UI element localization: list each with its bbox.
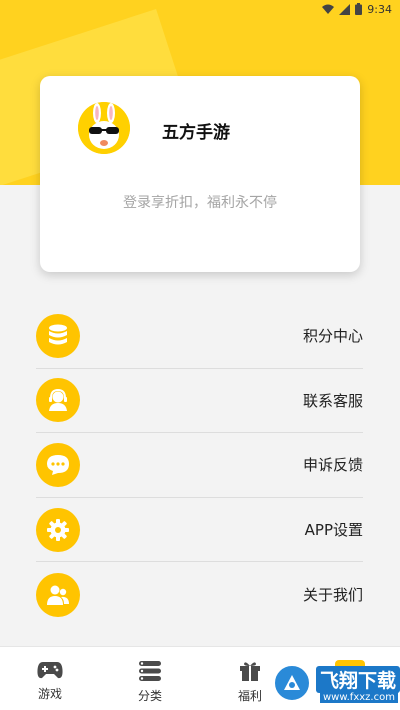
database-icon	[36, 313, 80, 358]
menu-item-label: 关于我们	[302, 586, 363, 605]
nav-tab-games[interactable]: 游戏	[0, 647, 100, 710]
watermark-title: 飞翔下载	[316, 666, 400, 693]
menu-item-points-center[interactable]: 积分中心	[36, 304, 363, 369]
status-bar: 9:34	[0, 0, 400, 18]
gear-icon	[36, 507, 80, 552]
watermark-url: www.fxxz.com	[320, 692, 398, 703]
nav-tab-categories[interactable]: 分类	[100, 647, 200, 710]
nav-label: 游戏	[37, 687, 62, 701]
gift-icon	[239, 660, 261, 682]
menu-item-label: 积分中心	[302, 327, 363, 346]
list-icon	[139, 660, 161, 682]
battery-icon	[355, 3, 363, 15]
nav-label: 福利	[237, 689, 262, 703]
profile-card[interactable]: 五方手游 登录享折扣，福利永不停	[40, 76, 360, 272]
watermark-logo-icon	[272, 663, 312, 703]
customer-service-icon	[36, 378, 80, 423]
gamepad-icon	[37, 660, 63, 680]
users-icon	[36, 572, 80, 617]
nav-label: 分类	[137, 689, 162, 703]
status-time: 9:34	[367, 2, 392, 16]
menu-item-customer-service[interactable]: 联系客服	[36, 369, 363, 434]
menu-item-label: 联系客服	[302, 391, 363, 410]
menu-item-about-us[interactable]: 关于我们	[36, 562, 363, 627]
login-prompt[interactable]: 登录享折扣，福利永不停	[40, 192, 360, 212]
menu-item-feedback[interactable]: 申诉反馈	[36, 433, 363, 498]
site-watermark: 飞翔下载 www.fxxz.com	[270, 660, 400, 710]
wifi-icon	[322, 4, 335, 14]
menu-list: 积分中心 联系客服 申诉反馈 APP设置 关于我们	[36, 304, 363, 627]
menu-item-app-settings[interactable]: APP设置	[36, 498, 363, 563]
signal-icon	[339, 3, 351, 15]
bunny-avatar-icon[interactable]	[78, 102, 130, 154]
chat-bubble-icon	[36, 442, 80, 487]
menu-item-label: 申诉反馈	[302, 456, 363, 475]
app-name: 五方手游	[162, 123, 230, 143]
menu-item-label: APP设置	[304, 521, 363, 540]
